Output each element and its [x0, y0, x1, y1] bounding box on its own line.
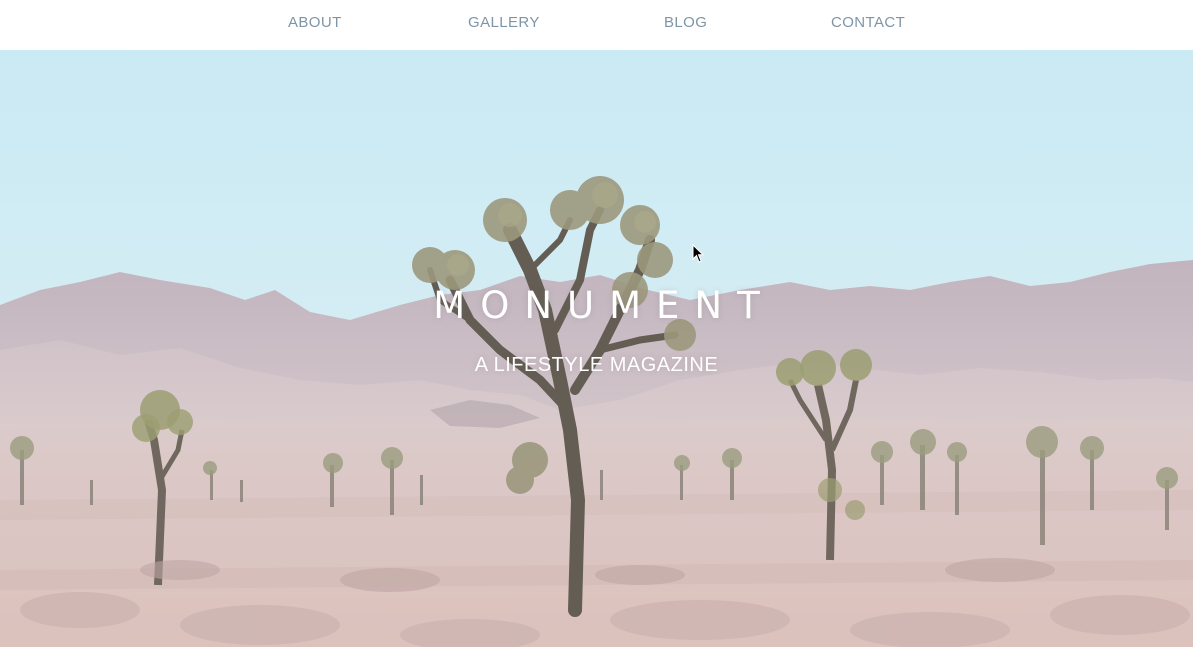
- site-tagline: A LIFESTYLE MAGAZINE: [474, 354, 719, 376]
- mouse-cursor-icon: [692, 244, 704, 263]
- hero-background-image: [0, 50, 1193, 647]
- top-navigation: ABOUT GALLERY BLOG CONTACT: [0, 0, 1193, 50]
- nav-link-gallery[interactable]: GALLERY: [468, 14, 540, 31]
- nav-link-blog[interactable]: BLOG: [664, 14, 707, 31]
- nav-link-about[interactable]: ABOUT: [288, 14, 342, 31]
- site-title: MONUMENT: [433, 284, 775, 327]
- nav-link-contact[interactable]: CONTACT: [831, 14, 905, 31]
- hero-section: MONUMENT A LIFESTYLE MAGAZINE: [0, 50, 1193, 647]
